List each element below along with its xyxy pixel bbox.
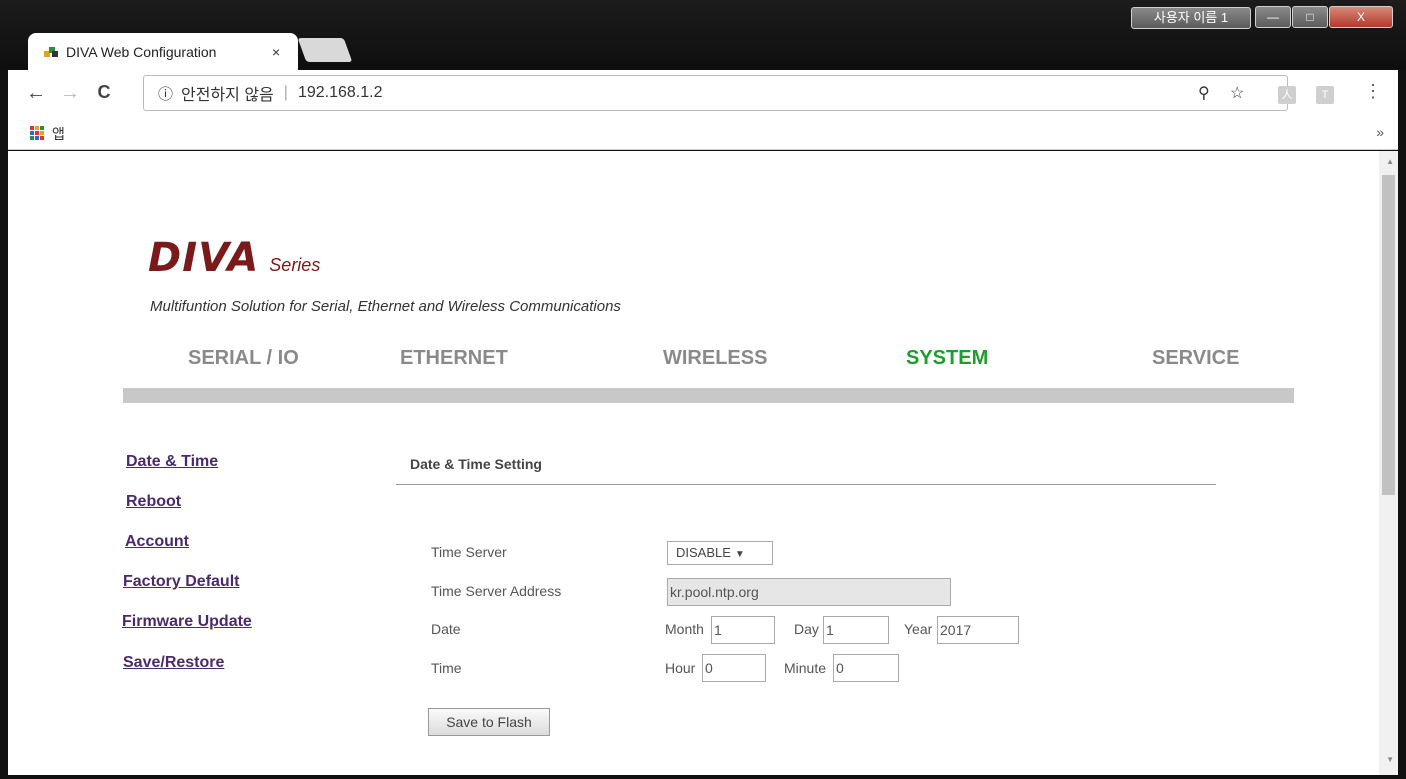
sidebar-item-firmware-update[interactable]: Firmware Update xyxy=(122,613,252,631)
hour-input[interactable] xyxy=(702,654,766,682)
time-label: Time xyxy=(431,660,462,676)
browser-toolbar: ← → C ⓘ 안전하지 않음 | 192.168.1.2 ⚲ ☆ 人 T ⋮ … xyxy=(8,70,1398,150)
key-icon[interactable]: ⚲ xyxy=(1198,83,1210,103)
maximize-button[interactable]: □ xyxy=(1292,6,1328,28)
time-server-label: Time Server xyxy=(431,544,507,560)
time-server-select[interactable]: DISABLE ▼ xyxy=(667,541,773,565)
nav-wireless[interactable]: WIRELESS xyxy=(663,347,767,370)
nav-ethernet[interactable]: ETHERNET xyxy=(400,347,508,370)
more-bookmarks-icon[interactable]: » xyxy=(1376,124,1384,140)
nav-system[interactable]: SYSTEM xyxy=(906,347,988,370)
year-label: Year xyxy=(904,621,933,637)
pdf-extension-icon[interactable]: 人 xyxy=(1278,86,1296,104)
scroll-up-icon[interactable]: ▲ xyxy=(1386,157,1394,166)
bookmark-star-icon[interactable]: ☆ xyxy=(1230,83,1244,103)
reload-icon[interactable]: C xyxy=(94,82,114,103)
tab-close-icon[interactable]: × xyxy=(272,44,280,60)
new-tab-button[interactable] xyxy=(297,38,353,62)
month-input[interactable] xyxy=(711,616,775,644)
sidebar-item-date-time[interactable]: Date & Time xyxy=(126,453,218,471)
address-separator: | xyxy=(283,84,288,101)
section-divider xyxy=(396,484,1216,485)
day-label: Day xyxy=(794,621,819,637)
nav-service[interactable]: SERVICE xyxy=(1152,347,1239,370)
date-label: Date xyxy=(431,621,461,637)
time-server-value: DISABLE xyxy=(676,545,731,560)
apps-grid-icon[interactable] xyxy=(30,126,44,140)
brand-name: DIVA xyxy=(148,235,260,281)
sidebar-item-factory-default[interactable]: Factory Default xyxy=(123,573,239,591)
hour-label: Hour xyxy=(665,660,696,676)
brand-series: Series xyxy=(269,255,321,275)
page-content: DIVA Series Multifuntion Solution for Ser… xyxy=(8,151,1398,775)
dropdown-arrow-icon: ▼ xyxy=(734,549,745,560)
sidebar-item-account[interactable]: Account xyxy=(125,533,189,551)
window-titlebar: 사용자 이름 1 — □ X DIVA Web Configuration × xyxy=(0,0,1406,71)
scrollbar-thumb[interactable] xyxy=(1382,175,1395,495)
apps-label[interactable]: 앱 xyxy=(52,124,65,144)
favicon-icon xyxy=(44,47,58,57)
minimize-button[interactable]: — xyxy=(1255,6,1291,28)
month-label: Month xyxy=(665,621,704,637)
sidebar-item-reboot[interactable]: Reboot xyxy=(126,493,181,511)
browser-tab[interactable]: DIVA Web Configuration × xyxy=(28,33,298,71)
bookmarks-bar: 앱 » xyxy=(8,120,1398,150)
info-icon[interactable]: ⓘ xyxy=(158,83,173,104)
main-navigation: SERIAL / IO ETHERNET WIRELESS SYSTEM SER… xyxy=(120,347,1295,387)
back-arrow-icon[interactable]: ← xyxy=(26,82,46,105)
time-server-address-label: Time Server Address xyxy=(431,583,562,599)
window-controls: — □ X xyxy=(1255,6,1399,30)
forward-arrow-icon[interactable]: → xyxy=(60,82,80,105)
browser-menu-icon[interactable]: ⋮ xyxy=(1364,81,1382,102)
brand-tagline: Multifuntion Solution for Serial, Ethern… xyxy=(150,298,621,315)
save-to-flash-button[interactable]: Save to Flash xyxy=(428,708,550,736)
close-window-button[interactable]: X xyxy=(1329,6,1393,28)
minute-input[interactable] xyxy=(833,654,899,682)
tab-title: DIVA Web Configuration xyxy=(66,44,217,60)
time-server-address-input[interactable] xyxy=(667,578,951,606)
section-title: Date & Time Setting xyxy=(410,456,542,472)
day-input[interactable] xyxy=(823,616,889,644)
nav-divider-bar xyxy=(123,388,1294,403)
translate-extension-icon[interactable]: T xyxy=(1316,86,1334,104)
scroll-down-icon[interactable]: ▼ xyxy=(1386,755,1394,764)
minute-label: Minute xyxy=(784,660,827,676)
page-scrollbar[interactable]: ▲ ▼ xyxy=(1379,151,1398,775)
address-bar[interactable]: ⓘ 안전하지 않음 | 192.168.1.2 xyxy=(143,75,1288,111)
brand-logo: DIVA Series xyxy=(148,235,320,281)
url-text[interactable]: 192.168.1.2 xyxy=(298,84,383,102)
year-input[interactable] xyxy=(937,616,1019,644)
security-status: 안전하지 않음 xyxy=(181,87,274,104)
sidebar-item-save-restore[interactable]: Save/Restore xyxy=(123,654,224,672)
user-profile-badge[interactable]: 사용자 이름 1 xyxy=(1131,7,1251,29)
nav-serial-io[interactable]: SERIAL / IO xyxy=(188,347,299,370)
